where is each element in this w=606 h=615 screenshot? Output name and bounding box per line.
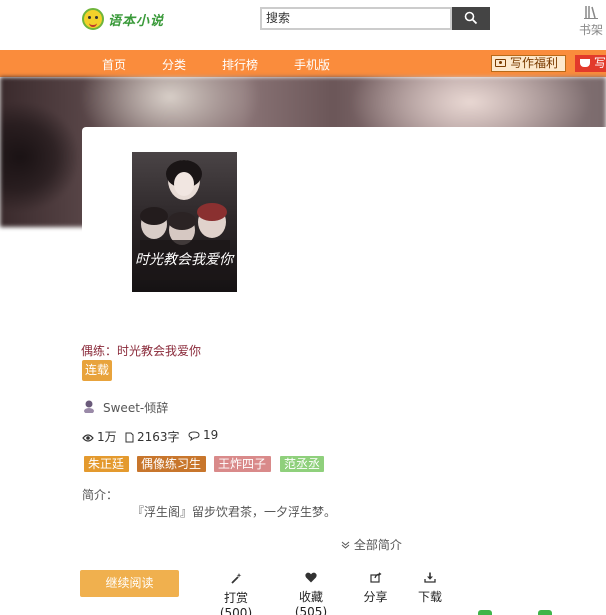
reward-label: 打赏(500) (219, 591, 253, 615)
reward-button[interactable]: 打赏(500) (210, 572, 262, 615)
intro-label: 简介： (82, 488, 119, 502)
full-intro-label: 全部简介 (353, 538, 402, 552)
share-icon (369, 572, 381, 583)
site-logo[interactable]: 语本小说 (82, 8, 166, 32)
nav-ranking[interactable]: 排行榜 (222, 56, 258, 73)
tag-item[interactable]: 朱正廷 (84, 456, 129, 472)
favorite-button[interactable]: 收藏(505) (284, 572, 338, 615)
nav-home[interactable]: 首页 (102, 56, 126, 73)
magic-wand-icon (231, 573, 242, 584)
document-icon (125, 432, 134, 443)
status-badge: 连载 (82, 360, 112, 381)
intro-text: 『浮生阁』留步饮君茶，一夕浮生梦。 (132, 505, 337, 519)
download-icon (424, 572, 436, 583)
share-label: 分享 (363, 590, 388, 604)
tag-item[interactable]: 范丞丞 (280, 456, 324, 472)
book-cover[interactable]: 时光教会我爱你 (132, 152, 237, 292)
favorite-label: 收藏(505) (294, 590, 328, 615)
heart-icon (305, 572, 317, 583)
tag-item[interactable]: 偶像练习生 (137, 456, 206, 472)
writing-welfare-label: 写作福利 (510, 56, 559, 70)
logo-face-icon (82, 8, 104, 30)
search-button[interactable] (452, 7, 490, 30)
views-stat: 1万 (82, 428, 117, 445)
author-name[interactable]: Sweet-倾辞 (103, 399, 168, 416)
nav-mobile[interactable]: 手机版 (294, 56, 330, 73)
chevron-down-icon (341, 541, 350, 549)
bookshelf-label: 书架 (578, 23, 603, 37)
comments-count: 19 (203, 428, 219, 442)
book-title: 偶练：时光教会我爱你 (81, 344, 202, 358)
bottom-indicator (478, 610, 492, 615)
author-avatar[interactable] (83, 400, 95, 413)
comment-icon (188, 431, 200, 442)
writing-welfare-button[interactable]: 写作福利 (491, 55, 566, 72)
write-button[interactable]: 写 (575, 55, 606, 72)
share-button[interactable]: 分享 (363, 572, 388, 605)
download-label: 下载 (417, 590, 442, 604)
bookshelf-icon (584, 6, 598, 19)
tag-item[interactable]: 王炸四子 (214, 456, 271, 472)
search-input[interactable]: 搜索 (260, 7, 452, 30)
logo-text: 语本小说 (108, 14, 165, 29)
money-icon (495, 59, 506, 67)
download-button[interactable]: 下载 (417, 572, 443, 605)
words-count: 2163字 (137, 430, 180, 444)
write-label: 写 (594, 56, 606, 70)
cover-art: 时光教会我爱你 (132, 152, 237, 292)
bottom-indicator (538, 610, 552, 615)
continue-reading-button[interactable]: 继续阅读 (80, 570, 179, 597)
views-count: 1万 (97, 430, 117, 444)
comments-stat: 19 (188, 428, 218, 442)
full-intro-toggle[interactable]: 全部简介 (341, 536, 402, 553)
words-stat: 2163字 (125, 428, 180, 445)
search-icon (464, 11, 478, 25)
main-nav: 首页 分类 排行榜 手机版 写作福利 写 (0, 50, 606, 77)
cover-title: 时光教会我爱你 (135, 252, 235, 268)
bookshelf-link[interactable]: 书架 (576, 4, 606, 40)
eye-icon (82, 434, 94, 442)
top-bar: 语本小说 搜索 书架 (0, 0, 606, 50)
cup-icon (580, 59, 590, 67)
nav-category[interactable]: 分类 (162, 56, 186, 73)
